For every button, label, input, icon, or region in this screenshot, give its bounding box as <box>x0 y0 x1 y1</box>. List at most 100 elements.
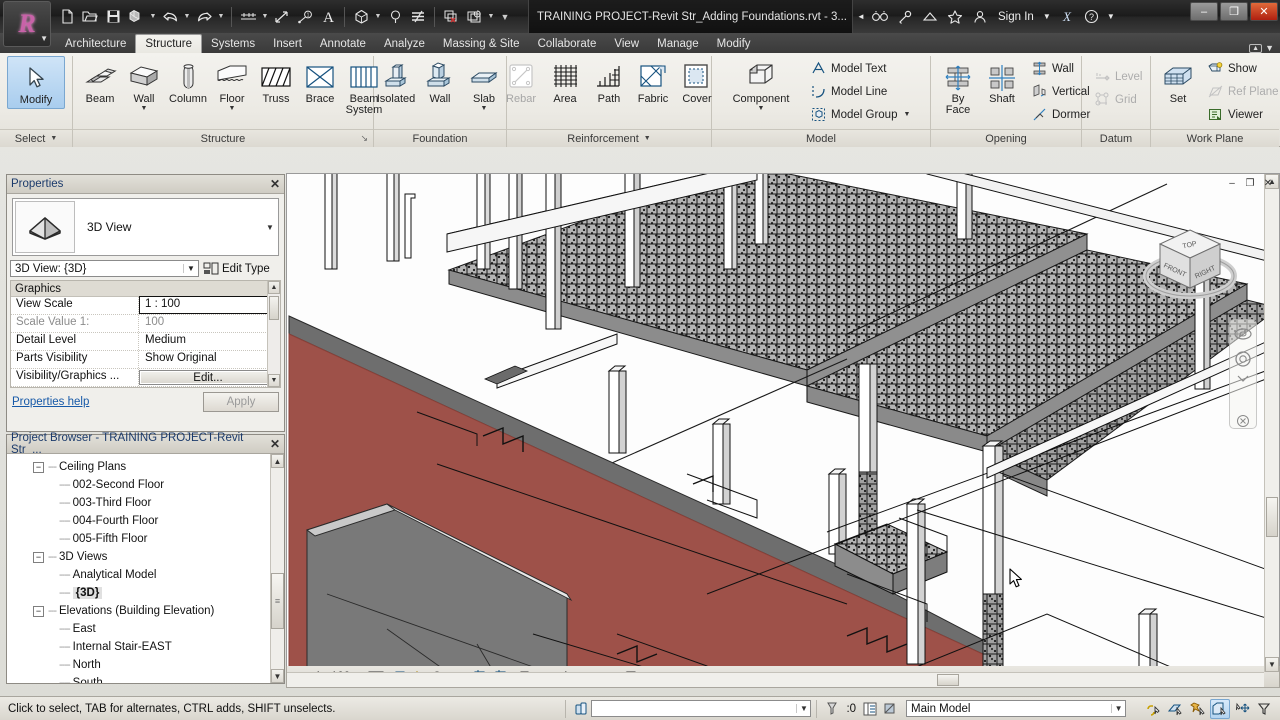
fabric-button[interactable]: Fabric <box>631 56 675 107</box>
exchange-icon[interactable]: X <box>1056 6 1078 28</box>
chevron-down-icon[interactable]: ▼ <box>229 105 236 112</box>
scrollbar-thumb[interactable] <box>1266 497 1278 537</box>
scrollbar-thumb[interactable] <box>937 674 959 686</box>
chevron-down-icon[interactable]: ▼ <box>1106 6 1116 28</box>
properties-group-header[interactable]: Graphics ^ <box>11 281 280 297</box>
show-work-plane-button[interactable]: Show <box>1204 57 1280 80</box>
properties-scrollbar[interactable]: ▲ ▼ <box>267 281 280 387</box>
modify-button[interactable]: Modify <box>7 56 65 109</box>
save-icon[interactable] <box>102 5 124 29</box>
close-icon[interactable]: ✕ <box>270 437 280 451</box>
new-icon[interactable] <box>56 5 78 29</box>
chevron-down-icon[interactable]: ▼ <box>373 5 383 29</box>
tree-node-analytical-model[interactable]: ---- Analytical Model <box>7 566 284 584</box>
panel-label-select[interactable]: Select ▼ <box>0 129 72 147</box>
model-line-button[interactable]: Model Line <box>807 80 913 103</box>
canvas-vertical-scrollbar[interactable]: ▲ ▼ <box>1264 174 1279 672</box>
drawing-area[interactable]: – ❐ ✕ TOP FRONT RIGHT ▲ ▼ <box>286 173 1280 688</box>
rebar-button[interactable]: Rebar <box>499 56 543 107</box>
select-links-icon[interactable] <box>1144 699 1164 719</box>
measure-icon[interactable] <box>237 5 259 29</box>
tree-node-ceiling-plans[interactable]: − --- Ceiling Plans <box>7 458 284 476</box>
navigation-bar[interactable] <box>1229 319 1257 429</box>
chevron-down-icon[interactable]: ▼ <box>796 704 810 713</box>
sign-in-label[interactable]: Sign In <box>994 11 1038 23</box>
workset-combo[interactable]: Main Model ▼ <box>906 700 1127 717</box>
scrollbar-thumb[interactable] <box>269 296 279 320</box>
scroll-down-icon[interactable]: ▼ <box>271 669 284 683</box>
ribbon-minimize-control[interactable]: ▲ ▼ <box>1249 43 1274 53</box>
truss-button[interactable]: Truss <box>254 56 298 107</box>
tree-node-3d-views[interactable]: − --- 3D Views <box>7 548 284 566</box>
chevron-down-icon[interactable]: ▼ <box>481 105 488 112</box>
tab-analyze[interactable]: Analyze <box>375 34 434 53</box>
area-reinforcement-button[interactable]: Area <box>543 56 587 107</box>
maximize-button[interactable]: ❐ <box>1220 2 1248 21</box>
default-3d-view-icon[interactable] <box>350 5 372 29</box>
panel-label-foundation[interactable]: Foundation <box>374 129 506 147</box>
select-underlay-icon[interactable] <box>1166 699 1186 719</box>
type-selector[interactable]: 3D View ▼ <box>12 198 279 256</box>
tree-node-003-third-floor[interactable]: ---- 003-Third Floor <box>7 494 284 512</box>
scrollbar-track[interactable]: ≡ <box>271 468 284 669</box>
beam-button[interactable]: Beam <box>78 56 122 107</box>
shaft-opening-button[interactable]: Shaft <box>980 56 1024 107</box>
model-group-button[interactable]: Model Group ▼ <box>807 103 913 126</box>
wall-foundation-button[interactable]: Wall <box>418 56 462 107</box>
property-row-parts-visibility[interactable]: Parts Visibility Show Original <box>11 351 280 369</box>
component-button[interactable]: Component ▼ <box>723 56 799 114</box>
redo-icon[interactable] <box>193 5 215 29</box>
select-pinned-icon[interactable] <box>1188 699 1208 719</box>
press-and-drag-icon[interactable] <box>571 699 591 719</box>
floor-button[interactable]: Floor ▼ <box>210 56 254 114</box>
chevron-down-icon[interactable]: ▼ <box>262 223 278 232</box>
tab-architecture[interactable]: Architecture <box>56 34 135 53</box>
scroll-down-icon[interactable]: ▼ <box>268 374 280 387</box>
worksets-icon[interactable] <box>860 699 880 719</box>
chevron-down-icon[interactable]: ▼ <box>141 105 148 112</box>
tree-node-004-fourth-floor[interactable]: ---- 004-Fourth Floor <box>7 512 284 530</box>
tab-structure[interactable]: Structure <box>135 34 203 53</box>
view-close-button[interactable]: ✕ <box>1261 177 1275 189</box>
panel-label-structure[interactable]: Structure ↘ <box>73 129 373 147</box>
tree-node-002-second-floor[interactable]: ---- 002-Second Floor <box>7 476 284 494</box>
help-icon[interactable]: ? <box>1081 6 1103 28</box>
filter-icon[interactable] <box>1254 699 1274 719</box>
collapse-icon[interactable]: − <box>33 605 44 617</box>
property-row-visibility-graphics[interactable]: Visibility/Graphics ... Edit... <box>11 369 280 387</box>
design-options-icon[interactable] <box>880 699 900 719</box>
tab-insert[interactable]: Insert <box>264 34 311 53</box>
edit-type-button[interactable]: Edit Type <box>203 261 270 276</box>
grid-button[interactable]: Grid <box>1091 88 1146 111</box>
tab-view[interactable]: View <box>605 34 648 53</box>
canvas-horizontal-scrollbar[interactable] <box>287 672 1264 687</box>
tab-systems[interactable]: Systems <box>202 34 264 53</box>
chevron-down-icon[interactable]: ▼ <box>758 105 765 112</box>
brace-button[interactable]: Brace <box>298 56 342 107</box>
thin-lines-icon[interactable] <box>407 5 429 29</box>
model-text-button[interactable]: Model Text <box>807 57 913 80</box>
isolated-foundation-button[interactable]: Isolated <box>374 56 418 107</box>
property-value[interactable]: Medium <box>139 333 280 350</box>
apply-button[interactable]: Apply <box>203 392 279 412</box>
scroll-down-icon[interactable]: ▼ <box>1265 657 1279 672</box>
subscription-icon[interactable] <box>919 6 941 28</box>
property-row-view-scale[interactable]: View Scale 1 : 100 <box>11 296 280 315</box>
path-reinforcement-button[interactable]: Path <box>587 56 631 107</box>
chevron-left-icon[interactable]: ◄ <box>856 6 866 28</box>
status-filter-combo[interactable]: ▼ <box>591 700 812 717</box>
close-button[interactable]: ✕ <box>1250 2 1278 21</box>
tree-node-south[interactable]: ---- South <box>7 674 284 683</box>
view-type-combo[interactable]: 3D View: {3D} ▼ <box>10 260 199 277</box>
tab-collaborate[interactable]: Collaborate <box>529 34 606 53</box>
panel-label-datum[interactable]: Datum <box>1082 129 1150 147</box>
favorites-icon[interactable] <box>944 6 966 28</box>
search-icon[interactable] <box>869 6 891 28</box>
ref-plane-button[interactable]: Ref Plane <box>1204 80 1280 103</box>
chevron-down-icon[interactable]: ▼ <box>183 264 198 273</box>
application-menu-button[interactable]: R ▼ <box>3 1 51 47</box>
tag-icon[interactable]: 1 <box>294 5 316 29</box>
tree-node-elevations[interactable]: − --- Elevations (Building Elevation) <box>7 602 284 620</box>
tab-modify[interactable]: Modify <box>708 34 760 53</box>
close-hidden-windows-icon[interactable] <box>440 5 462 29</box>
